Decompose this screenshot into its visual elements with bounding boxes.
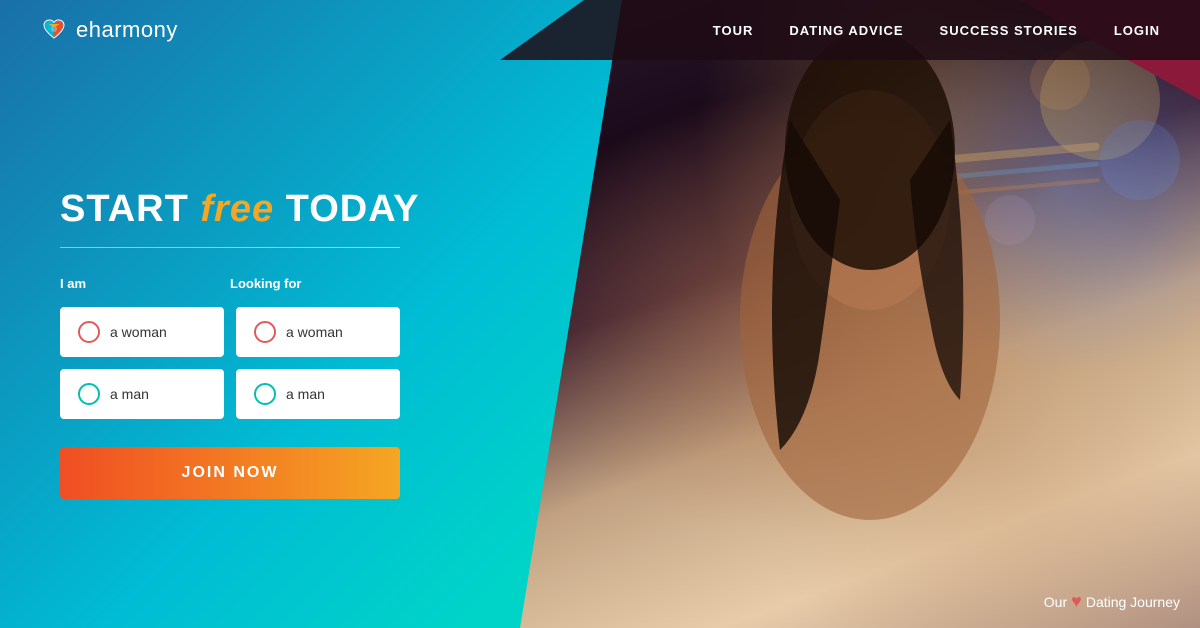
radio-lf-woman-circle (254, 321, 276, 343)
nav-success-stories[interactable]: SUCCESS STORIES (940, 23, 1078, 38)
main-content: START free TODAY I am Looking for a woma… (0, 60, 560, 628)
iam-woman-option[interactable]: a woman (60, 307, 224, 357)
watermark-heart-icon: ♥ (1071, 591, 1082, 612)
lf-woman-option[interactable]: a woman (236, 307, 400, 357)
iam-man-label: a man (110, 386, 149, 402)
watermark-prefix: Our (1044, 594, 1067, 610)
radio-iam-man-circle (78, 383, 100, 405)
nav-dating-advice[interactable]: DATING ADVICE (789, 23, 903, 38)
main-nav: TOUR DATING ADVICE SUCCESS STORIES LOGIN (713, 23, 1160, 38)
logo[interactable]: eharmony (40, 16, 178, 44)
looking-for-label: Looking for (230, 276, 400, 291)
header: eharmony TOUR DATING ADVICE SUCCESS STOR… (0, 0, 1200, 60)
watermark-suffix: Dating Journey (1086, 594, 1180, 610)
lf-man-option[interactable]: a man (236, 369, 400, 419)
join-now-button[interactable]: JOIN NOW (60, 447, 400, 499)
nav-tour[interactable]: TOUR (713, 23, 754, 38)
radio-iam-woman-circle (78, 321, 100, 343)
logo-text: eharmony (76, 17, 178, 43)
watermark: Our ♥ Dating Journey (1044, 591, 1180, 612)
headline-start: START (60, 188, 200, 230)
headline-divider (60, 247, 400, 248)
radio-lf-man-circle (254, 383, 276, 405)
headline-end: TODAY (274, 188, 419, 230)
gender-selection-grid: a woman a woman a man a man (60, 307, 400, 419)
iam-man-option[interactable]: a man (60, 369, 224, 419)
i-am-label: I am (60, 276, 230, 291)
lf-woman-label: a woman (286, 324, 343, 340)
iam-woman-label: a woman (110, 324, 167, 340)
lf-man-label: a man (286, 386, 325, 402)
headline: START free TODAY (60, 189, 500, 231)
form-column-labels: I am Looking for (60, 276, 400, 299)
nav-login[interactable]: LOGIN (1114, 23, 1160, 38)
logo-icon (40, 16, 68, 44)
headline-free: free (200, 188, 274, 230)
